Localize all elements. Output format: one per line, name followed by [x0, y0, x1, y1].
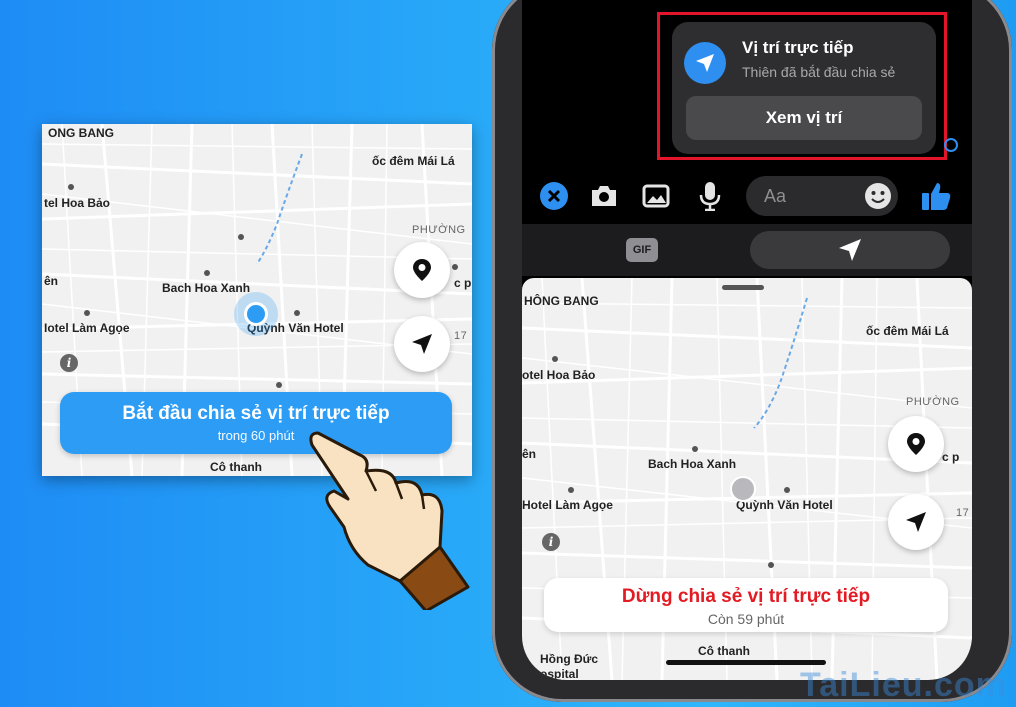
- stop-sharing-title: Dừng chia sẻ vị trí trực tiếp: [621, 586, 871, 607]
- stop-sharing-button[interactable]: Dừng chia sẻ vị trí trực tiếp Còn 59 phú…: [544, 578, 948, 632]
- camera-icon: [592, 186, 616, 206]
- map-label: PHƯỜNG: [412, 224, 466, 236]
- map-poi: [768, 562, 774, 568]
- map-label: Cô thanh: [698, 644, 750, 658]
- pin-button[interactable]: [888, 416, 944, 472]
- thumbs-up-icon: [922, 183, 951, 210]
- map-poi: [784, 487, 790, 493]
- map-label: HÔNG BANG: [524, 294, 599, 308]
- map-label: Cô thanh: [210, 460, 262, 474]
- map-label: ên: [44, 274, 59, 288]
- watermark: TaiLieu.com: [800, 666, 1007, 704]
- camera-button[interactable]: [588, 180, 620, 212]
- map-label: Bach Hoa Xanh: [162, 281, 251, 295]
- map-pin-icon: [907, 433, 925, 455]
- map-label: ONG BANG: [48, 126, 114, 140]
- message-placeholder: Aa: [764, 186, 787, 206]
- navigation-arrow-icon: [412, 334, 432, 354]
- close-button[interactable]: [538, 180, 570, 212]
- map-label: ốc đêm Mái Lá: [866, 324, 949, 338]
- map-label: otel Hoa Bảo: [522, 368, 596, 382]
- map-label: Hotel Làm Agọe: [522, 498, 613, 512]
- map-poi: [452, 264, 458, 270]
- like-button[interactable]: [920, 180, 952, 212]
- user-avatar-marker[interactable]: [730, 476, 756, 502]
- voice-button[interactable]: [694, 180, 726, 212]
- map-label: ốc đêm Mái Lá: [372, 154, 455, 168]
- map-poi: [552, 356, 558, 362]
- location-arrow-icon: [839, 239, 861, 261]
- map-label: Quỳnh Văn Hotel: [736, 498, 833, 512]
- pointing-hand-icon: [309, 431, 470, 610]
- map-label: PHƯỜNG: [906, 396, 960, 408]
- composer-toolbar: Aa: [522, 170, 972, 222]
- message-input[interactable]: Aa: [746, 176, 898, 216]
- info-icon[interactable]: i: [542, 533, 560, 551]
- map-label: c p: [454, 276, 472, 290]
- pin-button[interactable]: [394, 242, 450, 298]
- map-poi: [84, 310, 90, 316]
- recenter-button[interactable]: [394, 316, 450, 372]
- map-label: Bach Hoa Xanh: [648, 457, 737, 471]
- map-label: ên: [522, 447, 537, 461]
- emoji-icon[interactable]: [864, 182, 892, 210]
- sheet-drag-handle[interactable]: [722, 285, 764, 290]
- map-label: tel Hoa Bảo: [44, 196, 111, 210]
- map-pin-icon: [413, 259, 431, 281]
- image-icon: [642, 184, 670, 208]
- map-label: 17: [956, 507, 970, 519]
- map-poi: [68, 184, 74, 190]
- map-poi: [692, 446, 698, 452]
- map-label: Iotel Làm Agọe: [44, 321, 130, 335]
- map-label: ospital: [540, 667, 579, 680]
- microphone-icon: [699, 182, 721, 211]
- map-label: Hồng Đức: [540, 652, 599, 666]
- map-poi: [276, 382, 282, 388]
- close-icon: [540, 182, 568, 210]
- attachment-tabs: GIF: [522, 224, 972, 276]
- current-location-dot: [244, 302, 268, 326]
- map-poi: [238, 234, 244, 240]
- gallery-button[interactable]: [640, 180, 672, 212]
- seen-indicator-icon: [944, 138, 958, 152]
- info-icon[interactable]: i: [60, 354, 78, 372]
- map-poi: [204, 270, 210, 276]
- phone-screen: Vị trí trực tiếp Thiên đã bắt đầu chia s…: [522, 0, 972, 680]
- map-poi: [294, 310, 300, 316]
- map-poi: [568, 487, 574, 493]
- tab-gif[interactable]: GIF: [626, 238, 658, 262]
- highlight-box: [657, 12, 947, 160]
- map-label: c p: [942, 450, 960, 464]
- tab-location[interactable]: [750, 231, 950, 269]
- home-indicator[interactable]: [666, 660, 826, 665]
- navigation-arrow-icon: [906, 512, 926, 532]
- recenter-button[interactable]: [888, 494, 944, 550]
- stop-sharing-remaining: Còn 59 phút: [707, 611, 785, 627]
- map-label: 17: [454, 330, 468, 342]
